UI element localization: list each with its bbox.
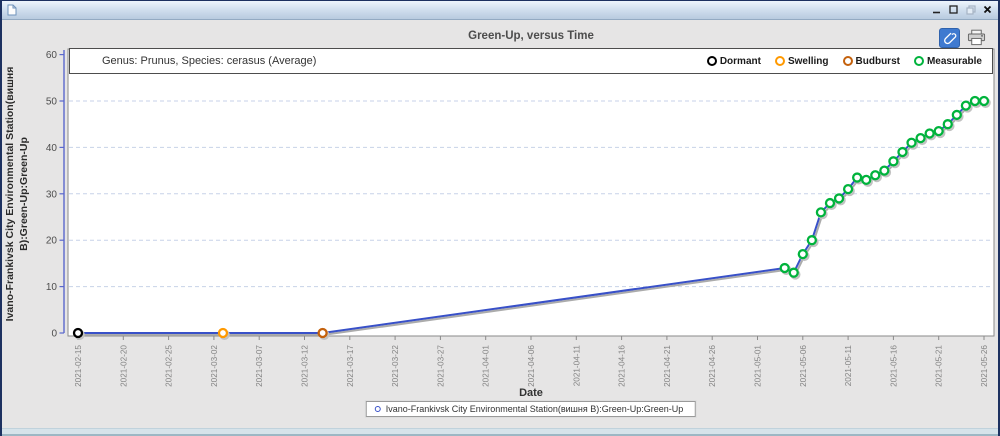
- data-point-dormant[interactable]: [74, 329, 82, 337]
- x-tick-label: 2021-03-07: [255, 345, 264, 387]
- x-tick-label: 2021-04-11: [572, 345, 581, 387]
- y-tick-label: 40: [46, 143, 58, 154]
- plot-area[interactable]: [68, 49, 994, 336]
- data-point-measurable[interactable]: [980, 97, 988, 105]
- x-tick-label: 2021-03-22: [391, 345, 400, 387]
- y-tick-label: 20: [46, 236, 58, 247]
- data-point-measurable[interactable]: [962, 102, 970, 110]
- chart-toolbar: [939, 28, 986, 48]
- series-marker-icon: [375, 406, 381, 412]
- y-tick-label: 0: [51, 329, 57, 340]
- y-tick-label: 60: [46, 50, 58, 61]
- series-legend-label: Ivano-Frankivsk City Environmental Stati…: [386, 404, 683, 414]
- data-point-measurable[interactable]: [944, 120, 952, 128]
- measurable-marker-icon: [914, 56, 924, 66]
- data-point-measurable[interactable]: [971, 97, 979, 105]
- x-tick-label: 2021-03-02: [210, 345, 219, 387]
- y-tick-label: 10: [46, 282, 58, 293]
- data-point-measurable[interactable]: [853, 174, 861, 182]
- x-tick-label: 2021-03-12: [301, 345, 310, 387]
- data-point-measurable[interactable]: [898, 148, 906, 156]
- data-point-measurable[interactable]: [826, 199, 834, 207]
- data-point-measurable[interactable]: [889, 157, 897, 165]
- x-tick-label: 2021-05-01: [754, 345, 763, 387]
- printer-icon: [967, 29, 986, 46]
- phase-legend: Dormant Swelling Budburst Measurable: [707, 56, 982, 67]
- x-tick-label: 2021-05-06: [799, 345, 808, 387]
- restore-button[interactable]: [964, 3, 977, 16]
- swelling-marker-icon: [775, 56, 785, 66]
- x-tick-label: 2021-05-16: [889, 345, 898, 387]
- legend-item-budburst: Budburst: [843, 56, 900, 67]
- legend-item-dormant: Dormant: [707, 56, 761, 67]
- attach-button[interactable]: [939, 28, 960, 48]
- x-tick-label: 2021-03-17: [346, 345, 355, 387]
- x-tick-label: 2021-04-26: [708, 345, 717, 387]
- series-legend: Ivano-Frankivsk City Environmental Stati…: [366, 401, 696, 417]
- plot-header-box: Genus: Prunus, Species: cerasus (Average…: [69, 48, 993, 74]
- x-tick-label: 2021-03-27: [436, 345, 445, 387]
- paperclip-icon: [943, 31, 957, 45]
- maximize-button[interactable]: [947, 3, 960, 16]
- data-point-measurable[interactable]: [935, 127, 943, 135]
- data-point-measurable[interactable]: [799, 250, 807, 258]
- data-point-measurable[interactable]: [835, 194, 843, 202]
- genus-species-annotation: Genus: Prunus, Species: cerasus (Average…: [102, 55, 316, 67]
- window-bottom-frame: [2, 428, 998, 436]
- minimize-button[interactable]: [930, 3, 943, 16]
- legend-item-swelling: Swelling: [775, 56, 829, 67]
- x-tick-label: 2021-05-21: [935, 345, 944, 387]
- x-tick-label: 2021-02-20: [119, 345, 128, 387]
- print-button[interactable]: [967, 28, 986, 46]
- chart-title: Green-Up, versus Time: [68, 30, 994, 42]
- data-point-measurable[interactable]: [908, 139, 916, 147]
- y-tick-label: 30: [46, 189, 58, 200]
- data-point-measurable[interactable]: [808, 236, 816, 244]
- x-tick-label: 2021-02-15: [74, 345, 83, 387]
- y-tick-label: 50: [46, 97, 58, 108]
- dormant-marker-icon: [707, 56, 717, 66]
- data-point-measurable[interactable]: [862, 176, 870, 184]
- data-point-swelling[interactable]: [219, 329, 227, 337]
- budburst-marker-icon: [843, 56, 853, 66]
- data-point-measurable[interactable]: [953, 111, 961, 119]
- data-point-measurable[interactable]: [880, 167, 888, 175]
- data-point-measurable[interactable]: [781, 264, 789, 272]
- x-axis-title: Date: [68, 387, 994, 399]
- x-tick-label: 2021-05-11: [844, 345, 853, 387]
- x-tick-label: 2021-04-16: [618, 345, 627, 387]
- data-point-measurable[interactable]: [917, 134, 925, 142]
- application-window: Green-Up, versus Time 0 10 20 30 40 50 60 2021-…: [0, 0, 1000, 436]
- data-point-measurable[interactable]: [817, 208, 825, 216]
- data-point-measurable[interactable]: [844, 185, 852, 193]
- data-point-measurable[interactable]: [871, 171, 879, 179]
- data-point-measurable[interactable]: [926, 129, 934, 137]
- legend-item-measurable: Measurable: [914, 56, 982, 67]
- data-point-budburst[interactable]: [319, 329, 327, 337]
- y-axis-title: Ivano-Frankivsk City Environmental Stati…: [3, 49, 45, 339]
- close-button[interactable]: [981, 3, 994, 16]
- x-tick-label: 2021-05-26: [980, 345, 989, 387]
- x-tick-label: 2021-04-06: [527, 345, 536, 387]
- document-icon: [7, 4, 17, 16]
- window-titlebar[interactable]: [2, 1, 998, 20]
- data-point-measurable[interactable]: [790, 269, 798, 277]
- x-tick-label: 2021-04-21: [663, 345, 672, 387]
- x-tick-label: 2021-02-25: [165, 345, 174, 387]
- x-tick-label: 2021-04-01: [482, 345, 491, 387]
